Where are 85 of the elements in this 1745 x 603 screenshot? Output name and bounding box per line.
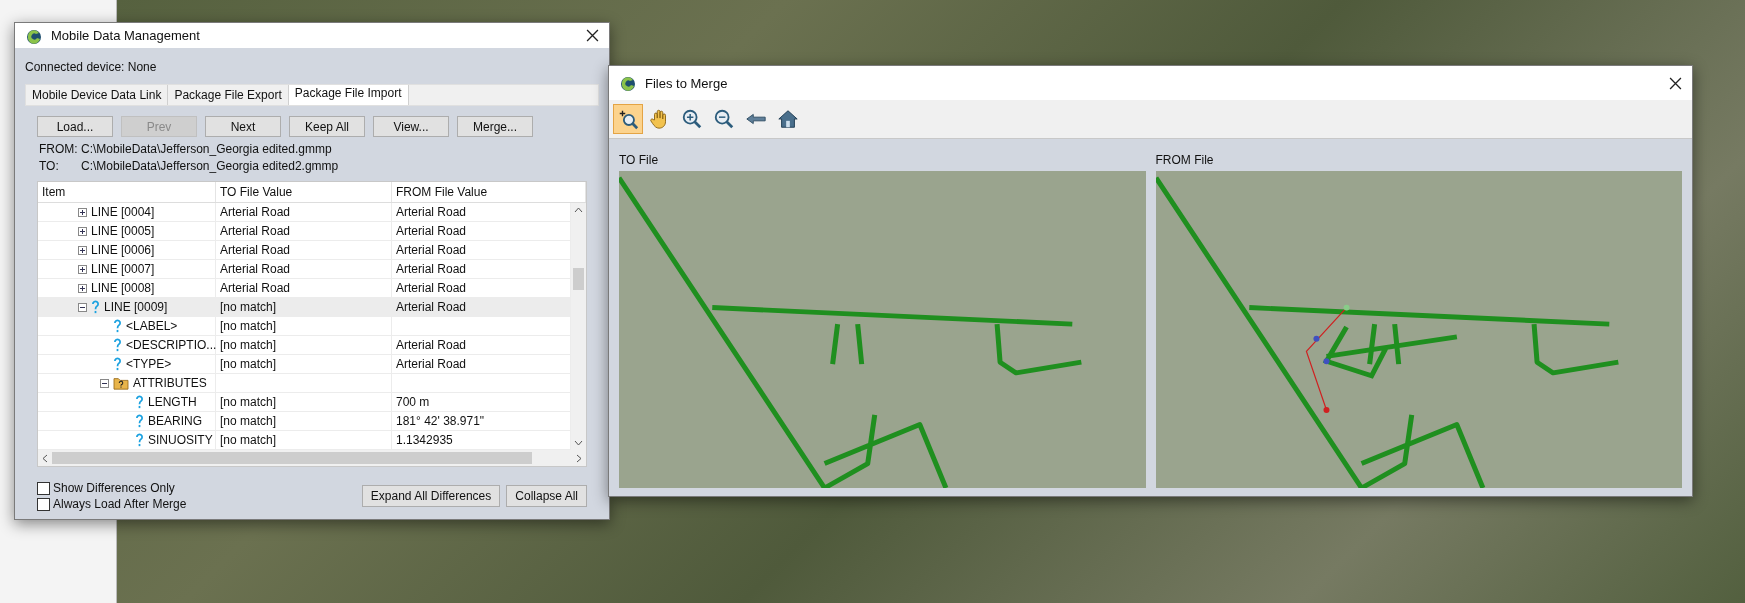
back-arrow-icon: [746, 113, 766, 125]
home-icon: [778, 110, 798, 128]
tree-row[interactable]: LENGTH [no match] 700 m: [38, 393, 571, 412]
item-label: LINE [0005]: [91, 223, 155, 240]
item-label: ATTRIBUTES: [133, 375, 207, 392]
tree-row[interactable]: <DESCRIPTIO... [no match] Arterial Road: [38, 336, 571, 355]
table-cell: [no match]: [216, 336, 392, 354]
collapse-icon[interactable]: [78, 302, 87, 312]
tree-row[interactable]: BEARING [no match] 181° 42' 38.971": [38, 412, 571, 431]
item-label: LINE [0009]: [104, 299, 168, 316]
action-button[interactable]: Load...: [37, 116, 113, 137]
item-label: <LABEL>: [126, 318, 178, 335]
vertical-scrollbar[interactable]: [571, 203, 586, 450]
horizontal-scrollbar[interactable]: [38, 450, 586, 466]
path-label: FROM:: [39, 142, 79, 156]
toolbar-button[interactable]: [613, 104, 643, 134]
collapse-icon[interactable]: [100, 378, 109, 388]
app-logo-icon: [619, 74, 637, 92]
zoom-out-icon: [714, 109, 734, 129]
tree-row[interactable]: LINE [0009] [no match] Arterial Road: [38, 298, 571, 317]
scroll-thumb[interactable]: [573, 268, 584, 290]
window-title: Files to Merge: [645, 75, 729, 91]
tree-row[interactable]: LINE [0005] Arterial Road Arterial Road: [38, 222, 571, 241]
action-button[interactable]: Expand All Differences: [361, 485, 501, 507]
action-button[interactable]: Keep All: [289, 116, 365, 137]
expand-icon[interactable]: [78, 283, 87, 293]
checkbox[interactable]: [37, 481, 50, 495]
table-cell: Arterial Road: [216, 279, 392, 297]
item-label: <TYPE>: [126, 356, 172, 373]
map-label: TO File: [619, 153, 660, 167]
table-cell: Arterial Road: [216, 260, 392, 278]
checkbox-label[interactable]: Always Load After Merge: [53, 497, 187, 511]
item-label: LINE [0008]: [91, 280, 155, 297]
item-label: BEARING: [148, 413, 202, 430]
table-cell: [no match]: [216, 431, 392, 449]
action-button[interactable]: View...: [373, 116, 449, 137]
zoom-box-icon: [619, 110, 639, 130]
table-cell: Arterial Road: [216, 241, 392, 259]
file-path: C:\MobileData\Jefferson_Georgia edited.gmmp: [81, 142, 333, 156]
item-label: LENGTH: [148, 394, 197, 411]
column-header[interactable]: Item: [38, 182, 216, 202]
table-cell: Arterial Road: [216, 203, 392, 221]
tree-row[interactable]: LINE [0007] Arterial Road Arterial Road: [38, 260, 571, 279]
path-label: TO:: [39, 159, 60, 173]
action-button[interactable]: Next: [205, 116, 281, 137]
column-header[interactable]: FROM File Value: [392, 182, 586, 202]
table-cell: [no match]: [216, 298, 392, 316]
scroll-left-icon[interactable]: [42, 453, 48, 463]
item-label: <DESCRIPTIO...: [126, 337, 217, 354]
expand-icon[interactable]: [78, 226, 87, 236]
table-cell: [no match]: [216, 355, 392, 373]
item-label: LINE [0007]: [91, 261, 155, 278]
close-icon[interactable]: [1669, 76, 1682, 90]
scroll-down-icon[interactable]: [574, 440, 583, 446]
file-path: C:\MobileData\Jefferson_Georgia edited2.gmmp: [81, 159, 340, 173]
zoom-in-icon: [682, 109, 702, 129]
item-label: LINE [0004]: [91, 204, 155, 221]
scroll-up-icon[interactable]: [574, 207, 583, 213]
table-cell: Arterial Road: [216, 222, 392, 240]
scroll-right-icon[interactable]: [576, 453, 582, 463]
close-icon[interactable]: [586, 29, 599, 42]
map-label: FROM File: [1155, 153, 1215, 167]
table-cell: [no match]: [216, 412, 392, 430]
tree-row[interactable]: LINE [0004] Arterial Road Arterial Road: [38, 203, 571, 222]
expand-icon[interactable]: [78, 245, 87, 255]
table-cell: [no match]: [216, 317, 392, 335]
scroll-thumb[interactable]: [52, 452, 532, 464]
column-header[interactable]: TO File Value: [216, 182, 392, 202]
tab[interactable]: Package File Import: [288, 85, 409, 105]
expand-icon[interactable]: [78, 207, 87, 217]
checkbox-label[interactable]: Show Differences Only: [53, 481, 175, 495]
action-button[interactable]: Collapse All: [506, 485, 587, 507]
checkbox[interactable]: [37, 497, 50, 511]
hand-icon: [650, 109, 666, 129]
connection-status: Connected device: None: [25, 60, 158, 74]
expand-icon[interactable]: [78, 264, 87, 274]
tree-row[interactable]: ATTRIBUTES: [38, 374, 571, 393]
item-label: SINUOSITY: [148, 432, 213, 449]
tree-row[interactable]: <LABEL> [no match]: [38, 317, 571, 336]
item-label: LINE [0006]: [91, 242, 155, 259]
window-title: Mobile Data Management: [51, 28, 201, 43]
tree-row[interactable]: <TYPE> [no match] Arterial Road: [38, 355, 571, 374]
table-cell: [no match]: [216, 393, 392, 411]
action-button[interactable]: Merge...: [457, 116, 533, 137]
tree-row[interactable]: LINE [0006] Arterial Road Arterial Road: [38, 241, 571, 260]
